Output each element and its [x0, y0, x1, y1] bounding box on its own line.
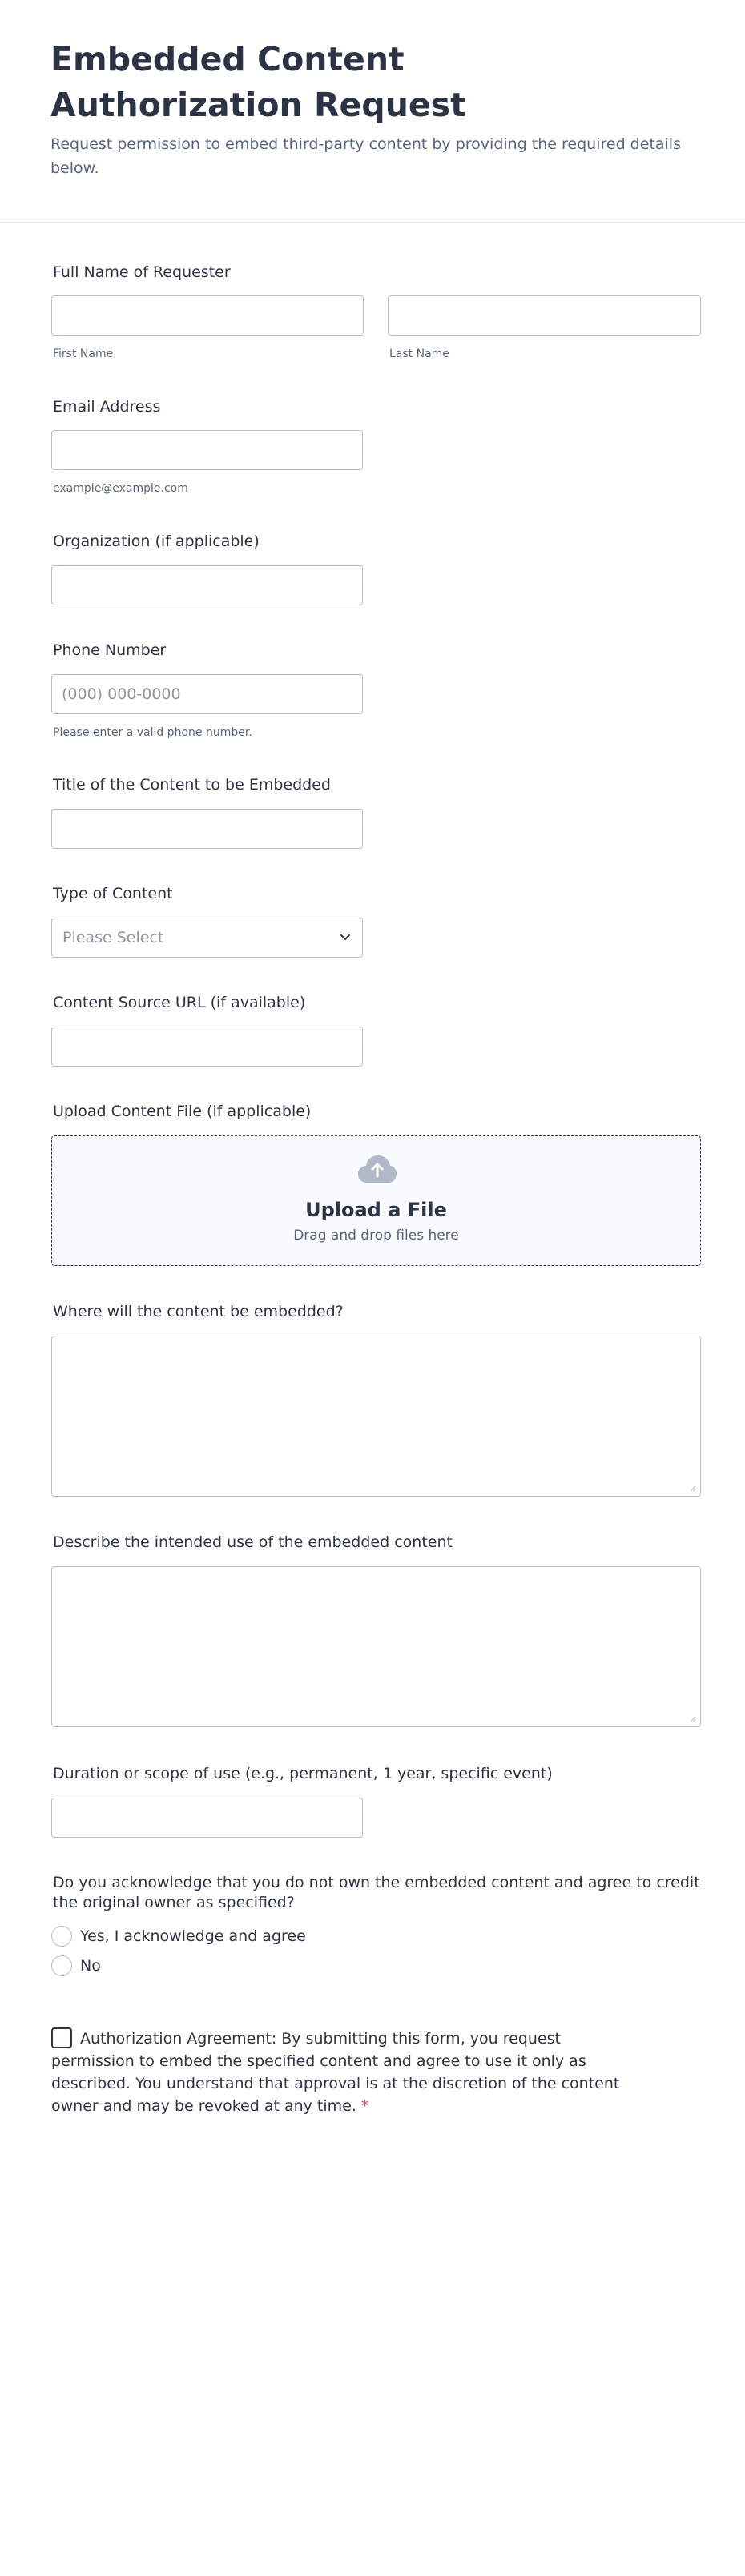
upload-title: Upload a File — [305, 1199, 447, 1221]
content-title-label: Title of the Content to be Embedded — [53, 776, 331, 794]
resize-handle-icon[interactable] — [688, 1484, 696, 1492]
form-header: Embedded Content Authorization Request R… — [0, 0, 745, 223]
authorization-agreement: Authorization Agreement: By submitting t… — [51, 2027, 636, 2117]
content-type-selected: Please Select — [62, 929, 164, 946]
upload-subtitle: Drag and drop files here — [293, 1228, 459, 1244]
organization-input[interactable] — [51, 565, 363, 605]
organization-label: Organization (if applicable) — [53, 532, 260, 550]
form-title: Embedded Content Authorization Request — [50, 40, 466, 124]
full-name-label: Full Name of Requester — [53, 263, 231, 281]
last-name-sublabel: Last Name — [389, 348, 449, 360]
phone-sublabel: Please enter a valid phone number. — [53, 726, 252, 739]
first-name-sublabel: First Name — [53, 348, 114, 360]
content-type-label: Type of Content — [53, 885, 173, 902]
file-upload-dropzone[interactable]: Upload a File Drag and drop files here — [51, 1135, 701, 1266]
intended-use-textarea[interactable] — [51, 1566, 701, 1727]
phone-input[interactable] — [51, 674, 363, 714]
resize-handle-icon[interactable] — [688, 1714, 696, 1722]
required-mark: * — [360, 2097, 369, 2115]
agreement-checkbox[interactable] — [51, 2027, 72, 2048]
chevron-down-icon — [340, 934, 350, 940]
content-type-select[interactable]: Please Select — [51, 918, 363, 958]
email-label: Email Address — [53, 398, 161, 416]
radio-label-no: No — [80, 1957, 101, 1975]
content-title-input[interactable] — [51, 809, 363, 849]
radio-button[interactable] — [51, 1955, 72, 1976]
radio-label-yes: Yes, I acknowledge and agree — [80, 1927, 306, 1945]
embed-location-label: Where will the content be embedded? — [53, 1303, 344, 1320]
email-sublabel: example@example.com — [53, 482, 188, 495]
acknowledge-label: Do you acknowledge that you do not own t… — [53, 1874, 700, 1911]
email-input[interactable] — [51, 430, 363, 470]
embed-location-textarea[interactable] — [51, 1336, 701, 1497]
source-url-label: Content Source URL (if available) — [53, 994, 306, 1011]
source-url-input[interactable] — [51, 1027, 363, 1067]
intended-use-label: Describe the intended use of the embedde… — [53, 1533, 453, 1551]
cloud-upload-icon — [358, 1155, 397, 1183]
first-name-input[interactable] — [51, 295, 364, 336]
duration-label: Duration or scope of use (e.g., permanen… — [53, 1765, 553, 1782]
last-name-input[interactable] — [388, 295, 701, 336]
radio-button[interactable] — [51, 1926, 72, 1947]
duration-input[interactable] — [51, 1798, 363, 1838]
form-subtitle: Request permission to embed third-party … — [50, 135, 681, 177]
upload-label: Upload Content File (if applicable) — [53, 1103, 312, 1120]
phone-label: Phone Number — [53, 641, 167, 659]
agreement-text: Authorization Agreement: By submitting t… — [51, 2030, 620, 2115]
